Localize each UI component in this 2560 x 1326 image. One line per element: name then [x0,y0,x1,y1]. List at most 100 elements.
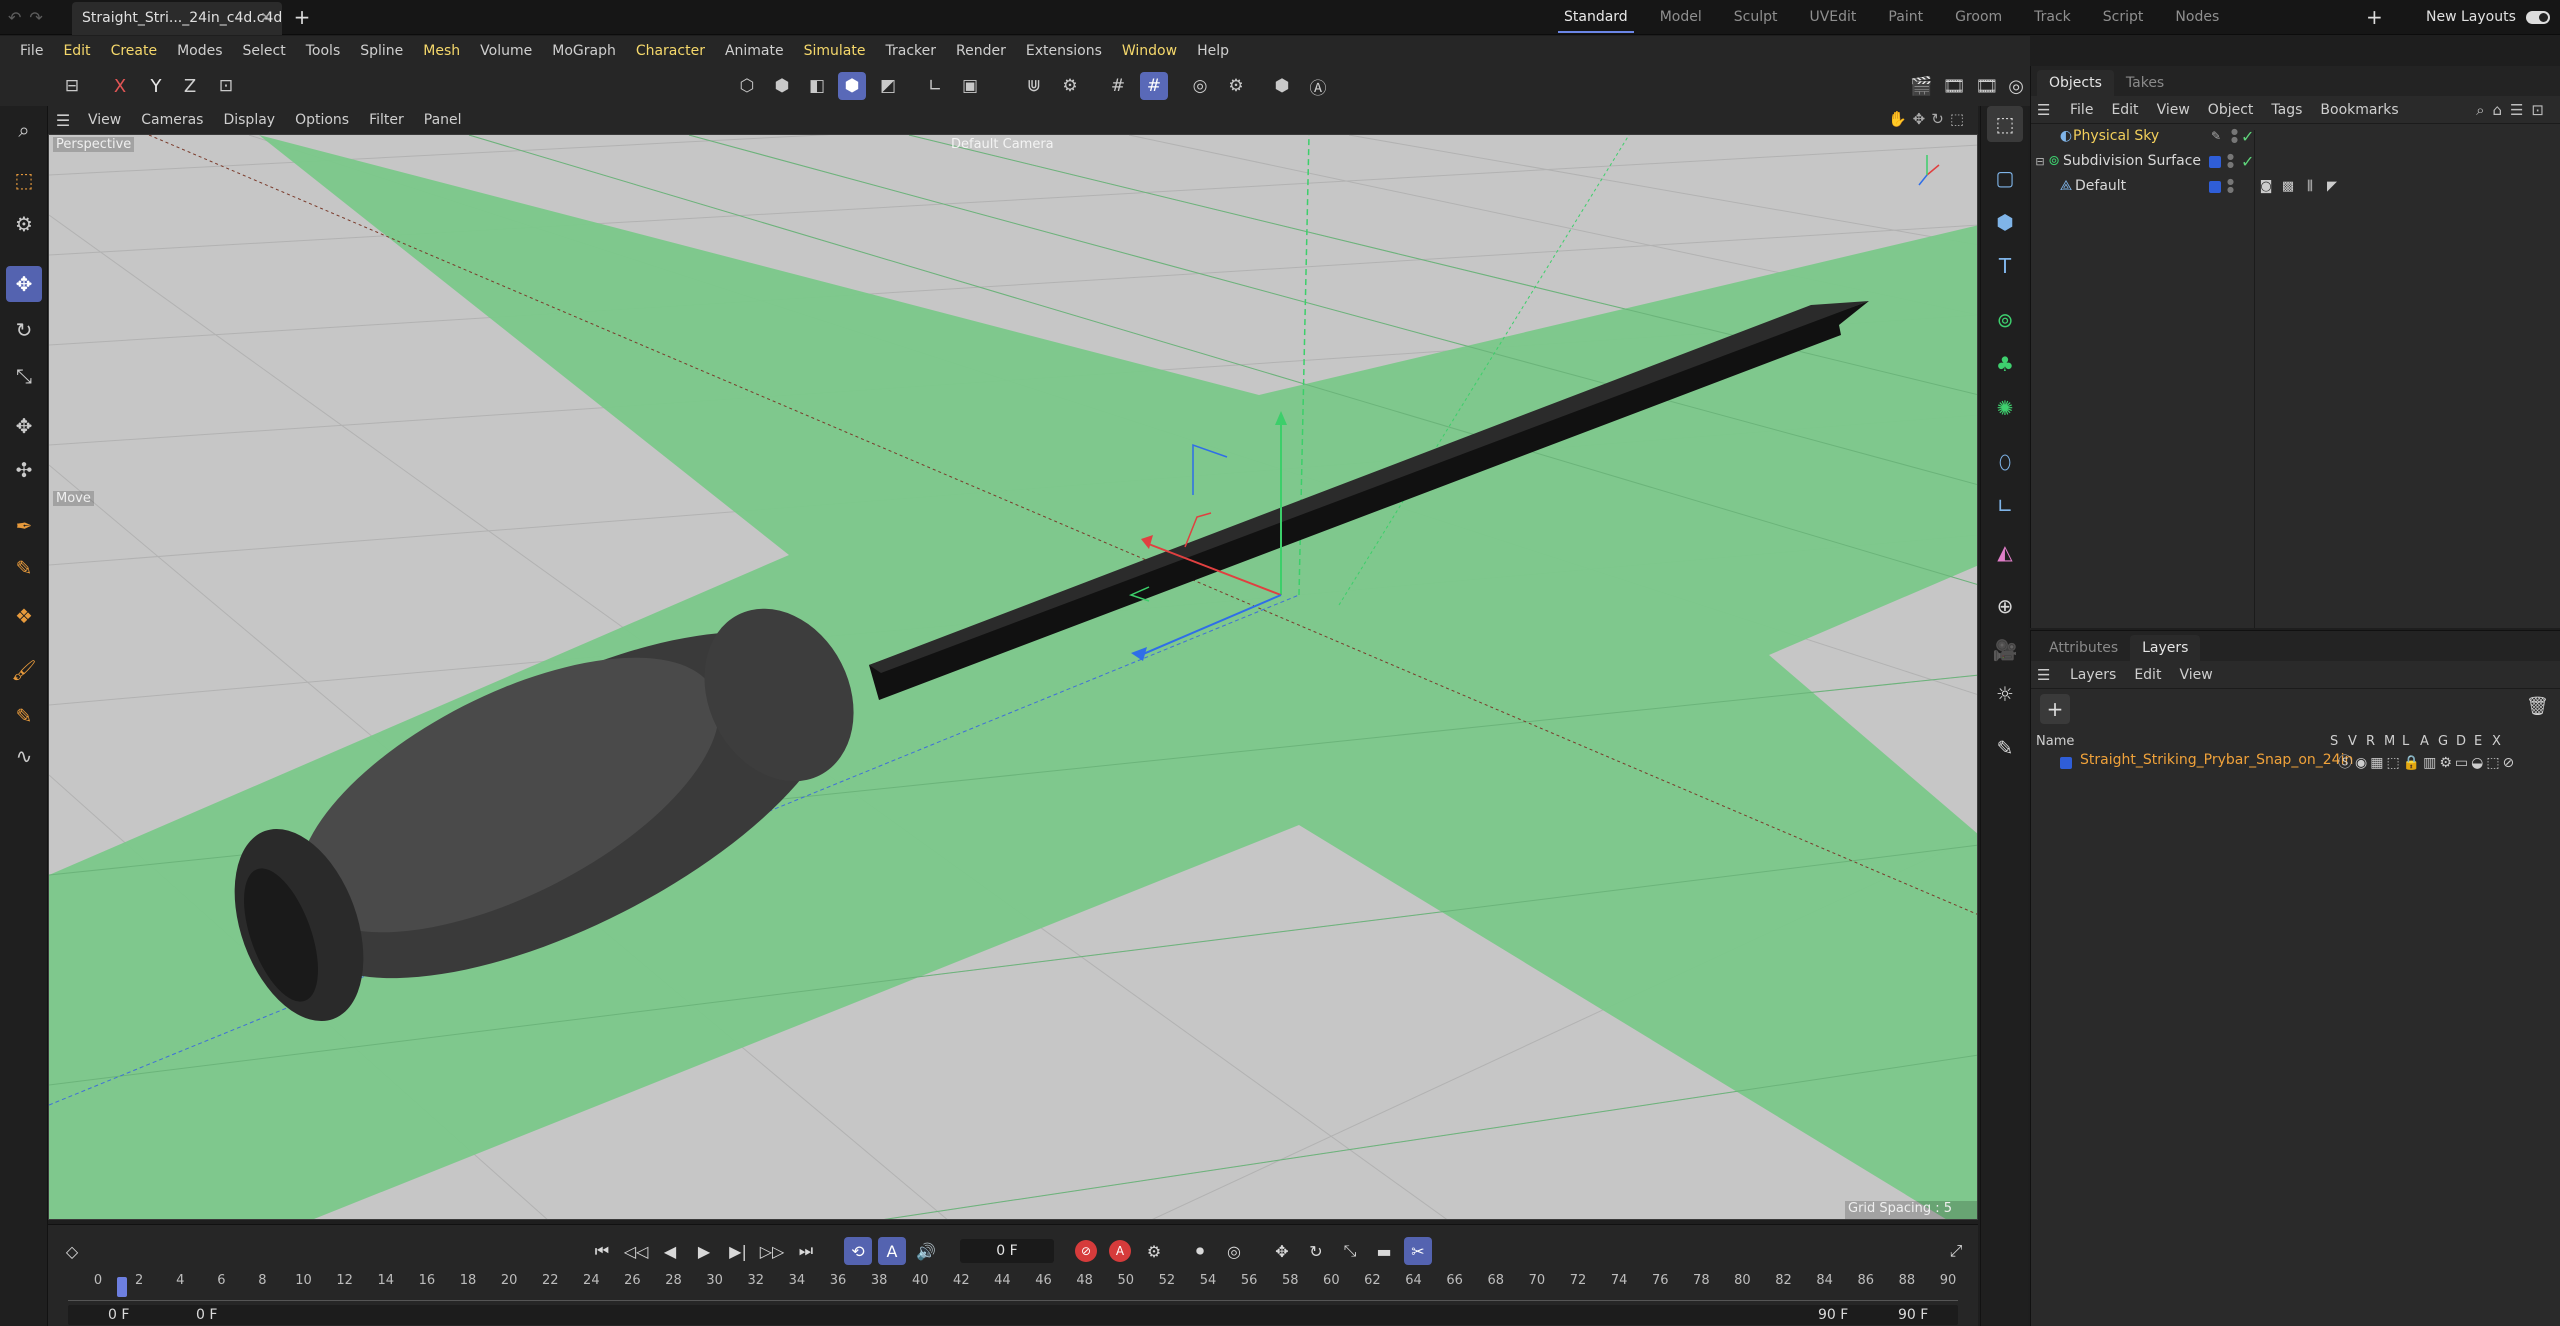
menu-render[interactable]: Render [946,36,1016,66]
parameter-key-icon[interactable]: ▬ [1370,1237,1398,1265]
add-layout-icon[interactable]: + [2366,4,2383,30]
play-icon[interactable]: ▶ [690,1237,718,1265]
settings-icon[interactable]: ⚙ [1222,72,1250,100]
solo-mode-icon[interactable]: ▣ [956,72,984,100]
effector-icon[interactable]: ✺ [1987,390,2023,426]
uvw-tag-icon[interactable]: ▩ [2279,174,2297,199]
keyframe-selection-icon[interactable]: ◎ [1220,1237,1248,1265]
viewport-3d[interactable]: Perspective Default Camera Move Grid Spa… [48,134,1978,1220]
light-icon[interactable]: ☼ [1987,676,2023,712]
layer-color-swatch[interactable] [2060,757,2072,769]
scale-key-icon[interactable]: ⤡ [1336,1237,1364,1265]
menu-character[interactable]: Character [626,36,715,66]
axis-x-button[interactable]: X [106,72,134,100]
visibility-dots[interactable]: ● ● [2231,128,2239,144]
spline-sketch-icon[interactable]: ✎ [6,550,42,586]
go-to-end-icon[interactable]: ⏭ [792,1237,820,1265]
select-tools-icon[interactable]: ⚙ [6,206,42,242]
points-mode-icon[interactable]: ⬡ [733,72,761,100]
key-icon[interactable]: ◇ [58,1237,86,1265]
spline-pen-icon[interactable]: ✒ [6,508,42,544]
layers-menu-layers[interactable]: Layers [2061,667,2125,683]
next-key-icon[interactable]: ▷▷ [758,1237,786,1265]
mograph-tracer-icon[interactable]: ◭ [1987,534,2023,570]
snap-settings-icon[interactable]: ⚙ [1056,72,1084,100]
viewport-menu-display[interactable]: Display [213,112,285,128]
menu-edit[interactable]: Edit [53,36,100,66]
render-picture-viewer-icon[interactable]: 🎞 [1943,76,1966,97]
next-frame-icon[interactable]: ▶| [724,1237,752,1265]
viewport-menu-panel[interactable]: Panel [414,112,472,128]
deformer-icon[interactable]: ⬯ [1987,444,2023,480]
sound-icon[interactable]: 🔊 [912,1237,940,1265]
viewport-menu-filter[interactable]: Filter [359,112,414,128]
point-level-key-icon[interactable]: ✂ [1404,1237,1432,1265]
edit-tag-icon[interactable]: ✎ [2207,124,2225,149]
viewport-menu-view[interactable]: View [78,112,131,128]
grid-icon[interactable]: # [1104,72,1132,100]
mograph-icon[interactable]: ❖ [6,598,42,634]
layout-paint[interactable]: Paint [1872,0,1939,35]
render-view-icon[interactable]: 🎬 [1910,76,1932,97]
objects-menu-bookmarks[interactable]: Bookmarks [2311,102,2407,118]
tab-attributes[interactable]: Attributes [2037,635,2130,661]
visibility-dots[interactable]: ● ● [2227,178,2235,194]
model-mode-icon[interactable]: ⬢ [838,72,866,100]
position-key-icon[interactable]: ✥ [1268,1237,1296,1265]
previous-key-icon[interactable]: ◁◁ [622,1237,650,1265]
go-to-start-icon[interactable]: ⏮ [588,1237,616,1265]
add-layer-button[interactable]: + [2040,694,2070,724]
edit-render-icon[interactable]: ✎ [1987,730,2023,766]
spline-tool-icon[interactable]: ∿ [6,738,42,774]
range-start[interactable]: 0 F [108,1305,129,1325]
edges-mode-icon[interactable]: ⬢ [768,72,796,100]
viewport-menu-icon[interactable]: ☰ [48,111,78,130]
enabled-check-icon[interactable]: ✓ [2241,124,2254,149]
cube-icon[interactable]: ⬢ [1987,204,2023,240]
scale-tool-icon[interactable]: ⤡ [6,358,42,394]
generator-icon[interactable]: ⊚ [1987,302,2023,338]
menu-help[interactable]: Help [1187,36,1239,66]
objects-menu-icon[interactable]: ☰ [2037,101,2061,119]
cloner-icon[interactable]: ♣ [1987,346,2023,382]
object-row-default[interactable]: ⟁ Default ● ● ◙ ▩ ⫼ ◤ [2031,174,2560,199]
material-tag-icon[interactable]: ◙ [2257,174,2275,199]
undo-redo-icons[interactable]: ↶↷ [8,8,51,27]
menu-create[interactable]: Create [101,36,168,66]
layout-track[interactable]: Track [2018,0,2087,35]
rotation-key-icon[interactable]: ↻ [1302,1237,1330,1265]
viewport-menu-cameras[interactable]: Cameras [131,112,213,128]
menu-file[interactable]: File [10,36,53,66]
lock-icon[interactable]: ◎ [1186,72,1214,100]
close-tab-icon[interactable]: ✕ [260,2,272,35]
objects-menu-edit[interactable]: Edit [2102,102,2147,118]
polygons-mode-icon[interactable]: ◧ [803,72,831,100]
objects-search-filter-icons[interactable]: ⌕⌂☰⊡ [2476,101,2560,119]
layers-menu-edit[interactable]: Edit [2125,667,2170,683]
objects-menu-object[interactable]: Object [2199,102,2263,118]
render-settings-icon[interactable]: ⬢ [1268,72,1296,100]
uv-mode-icon[interactable]: ◩ [874,72,902,100]
trash-icon[interactable]: 🗑 [2526,696,2549,717]
record-settings-icon[interactable]: ⚙ [1140,1237,1168,1265]
layer-flag-icons[interactable]: Ⓢ◉▦⬚🔒▥⚙▭◒⬚⊘ [2338,752,2517,772]
phong-tag-icon[interactable]: ◤ [2323,174,2341,199]
object-row-subdivision-surface[interactable]: ⊟ ⊚ Subdivision Surface ● ● ✓ [2031,149,2560,174]
layers-menu-view[interactable]: View [2170,667,2221,683]
tab-objects[interactable]: Objects [2037,70,2114,96]
layout-model[interactable]: Model [1644,0,1718,35]
edit-mode-icon[interactable]: ⊟ [58,72,86,100]
workplane-icon[interactable]: # [1140,72,1168,100]
new-layouts-toggle[interactable] [2526,11,2550,24]
loop-icon[interactable]: ⟲ [844,1237,872,1265]
current-frame-field[interactable]: 0 F [960,1239,1054,1263]
layer-row[interactable]: Straight_Striking_Prybar_Snap_on_24in Ⓢ◉… [2030,752,2560,774]
visibility-dots[interactable]: ● ● [2227,153,2235,169]
layout-script[interactable]: Script [2087,0,2160,35]
timeline-expand-icon[interactable]: ⤢ [1942,1237,1970,1265]
menu-volume[interactable]: Volume [470,36,542,66]
axis-z-button[interactable]: Z [176,72,204,100]
range-start-preview[interactable]: 0 F [196,1305,217,1325]
tab-takes[interactable]: Takes [2114,70,2176,96]
objects-menu-file[interactable]: File [2061,102,2102,118]
